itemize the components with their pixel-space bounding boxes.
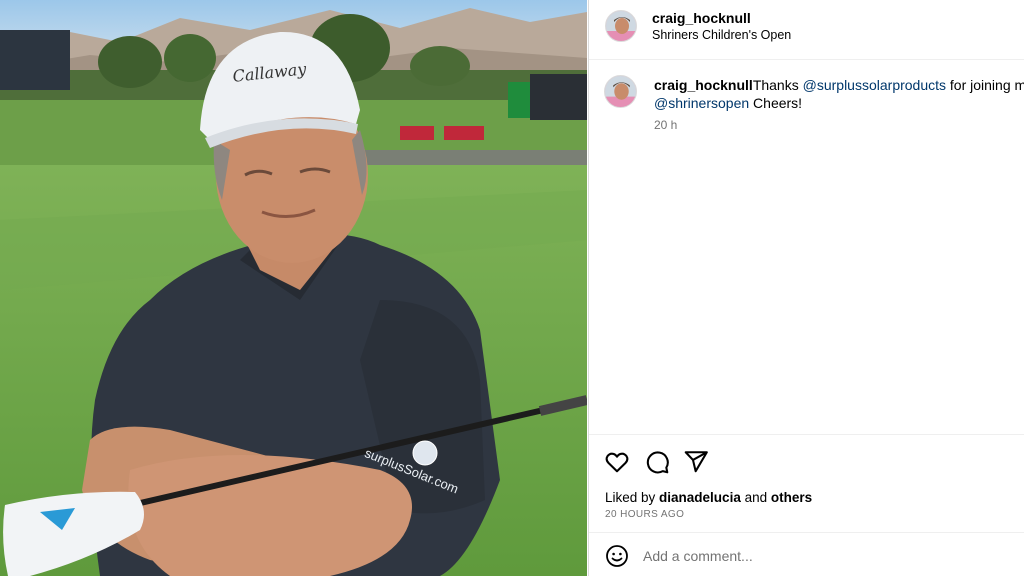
post-photo[interactable]: Callaway surplusSolar.com	[0, 0, 587, 576]
likes-prefix: Liked by	[605, 490, 660, 505]
heart-icon[interactable]	[604, 449, 630, 475]
caption-timestamp[interactable]: 20 h	[654, 118, 677, 132]
caption-avatar[interactable]	[604, 75, 637, 108]
mention-surplussolarproducts[interactable]: @surplussolarproducts	[803, 77, 946, 93]
likes-others[interactable]: others	[771, 490, 812, 505]
caption-text-before: Thanks	[752, 77, 803, 93]
comment-icon[interactable]	[644, 449, 670, 475]
post-detail-panel: craig_hocknull Shriners Children's Open …	[588, 0, 1024, 576]
post-age[interactable]: 20 HOURS AGO	[605, 509, 684, 520]
emoji-icon[interactable]	[605, 544, 629, 568]
caption-username[interactable]: craig_hocknull	[654, 77, 753, 93]
send-icon[interactable]	[683, 449, 709, 475]
post-header: craig_hocknull Shriners Children's Open	[589, 0, 1024, 60]
caption-text-after: Cheers!	[749, 95, 803, 111]
golfer-photo-illustration: Callaway surplusSolar.com	[0, 0, 587, 576]
caption-text: craig_hocknullThanks @surplussolarproduc…	[654, 76, 1024, 112]
comment-bar	[589, 532, 1024, 576]
comment-input[interactable]	[643, 545, 1013, 567]
likes-user[interactable]: dianadelucia	[659, 490, 741, 505]
post-location[interactable]: Shriners Children's Open	[652, 28, 791, 42]
caption-block: craig_hocknullThanks @surplussolarproduc…	[589, 61, 1024, 433]
likes-middle: and	[740, 490, 771, 505]
mention-shrinersopen[interactable]: @shrinersopen	[654, 95, 749, 111]
user-avatar-icon	[606, 11, 636, 41]
post-actions: Liked by dianadelucia and others 20 HOUR…	[589, 434, 1024, 532]
likes-summary: Liked by dianadelucia and others	[605, 490, 812, 505]
caption-text-middle: for joining me	[949, 77, 1024, 93]
user-avatar-icon	[605, 76, 636, 107]
author-avatar[interactable]	[605, 10, 637, 42]
author-username[interactable]: craig_hocknull	[652, 10, 751, 26]
